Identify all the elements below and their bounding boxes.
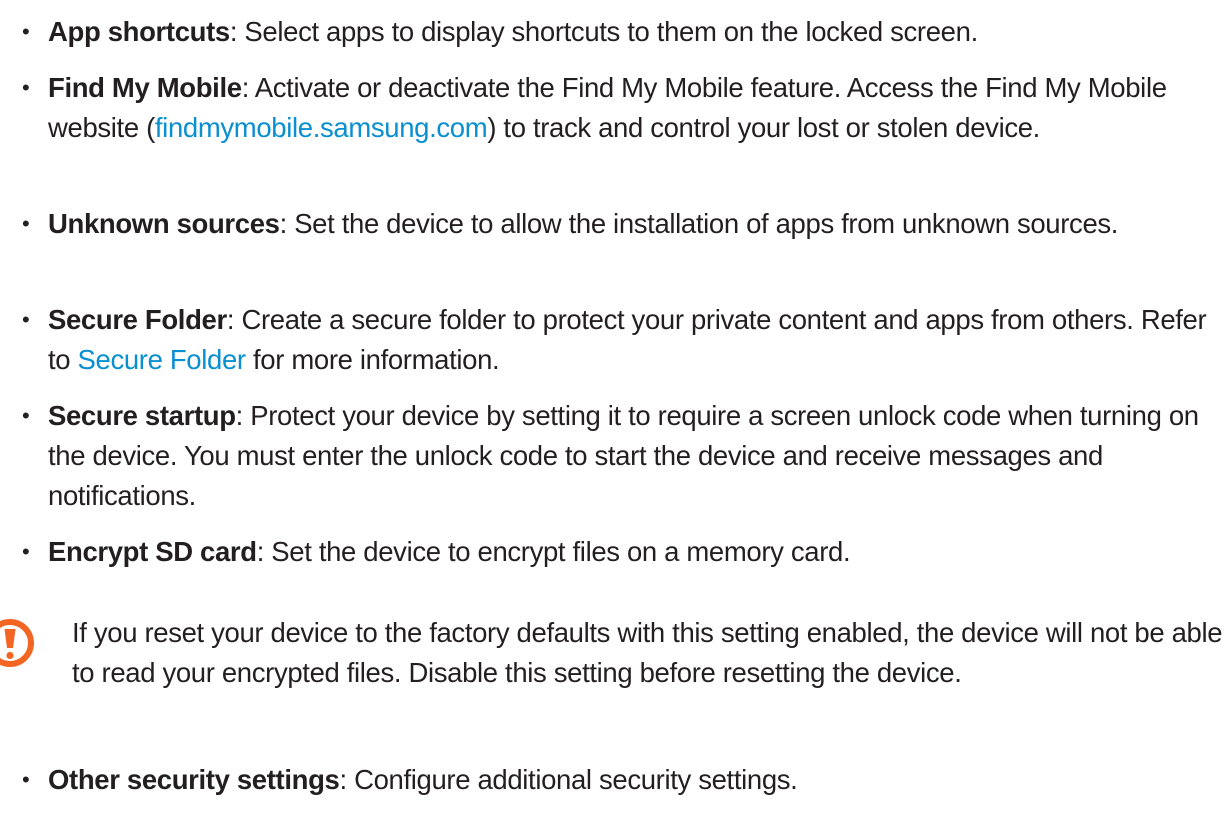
bullet: • — [22, 75, 30, 100]
desc-other-security-settings: : Configure additional security settings… — [339, 764, 798, 795]
term-find-my-mobile: Find My Mobile — [48, 72, 242, 103]
desc-app-shortcuts: : Select apps to display shortcuts to th… — [229, 16, 978, 47]
bullet: • — [22, 767, 30, 792]
item-text: Other security settings: Configure addit… — [48, 760, 1220, 800]
item-text: Encrypt SD card: Set the device to encry… — [48, 532, 1220, 572]
bullet: • — [22, 307, 30, 332]
desc-encrypt-sd-card: : Set the device to encrypt files on a m… — [256, 536, 851, 567]
secure-folder-link[interactable]: Secure Folder — [78, 344, 247, 375]
desc-find-my-mobile-after: ) to track and control your lost or stol… — [487, 112, 1040, 143]
item-text: Secure startup: Protect your device by s… — [48, 396, 1220, 516]
item-text: Secure Folder: Create a secure folder to… — [48, 300, 1220, 380]
manual-page: • App shortcuts: Select apps to display … — [0, 0, 1227, 814]
caution-icon — [0, 615, 34, 671]
term-secure-folder: Secure Folder — [48, 304, 227, 335]
term-secure-startup: Secure startup — [48, 400, 236, 431]
findmymobile-link[interactable]: findmymobile.samsung.com — [155, 112, 488, 143]
item-text: Unknown sources: Set the device to allow… — [48, 204, 1220, 244]
desc-unknown-sources: : Set the device to allow the installati… — [279, 208, 1119, 239]
caution-note-text: If you reset your device to the factory … — [72, 617, 1223, 688]
bullet: • — [22, 539, 30, 564]
term-other-security-settings: Other security settings — [48, 764, 340, 795]
desc-secure-folder-after: for more information. — [245, 344, 500, 375]
term-app-shortcuts: App shortcuts — [48, 16, 230, 47]
bullet: • — [22, 211, 30, 236]
item-text: App shortcuts: Select apps to display sh… — [48, 12, 1220, 52]
bullet: • — [22, 403, 30, 428]
item-text: Find My Mobile: Activate or deactivate t… — [48, 68, 1220, 148]
term-encrypt-sd-card: Encrypt SD card — [48, 536, 257, 567]
bullet: • — [22, 19, 30, 44]
term-unknown-sources: Unknown sources — [48, 208, 280, 239]
